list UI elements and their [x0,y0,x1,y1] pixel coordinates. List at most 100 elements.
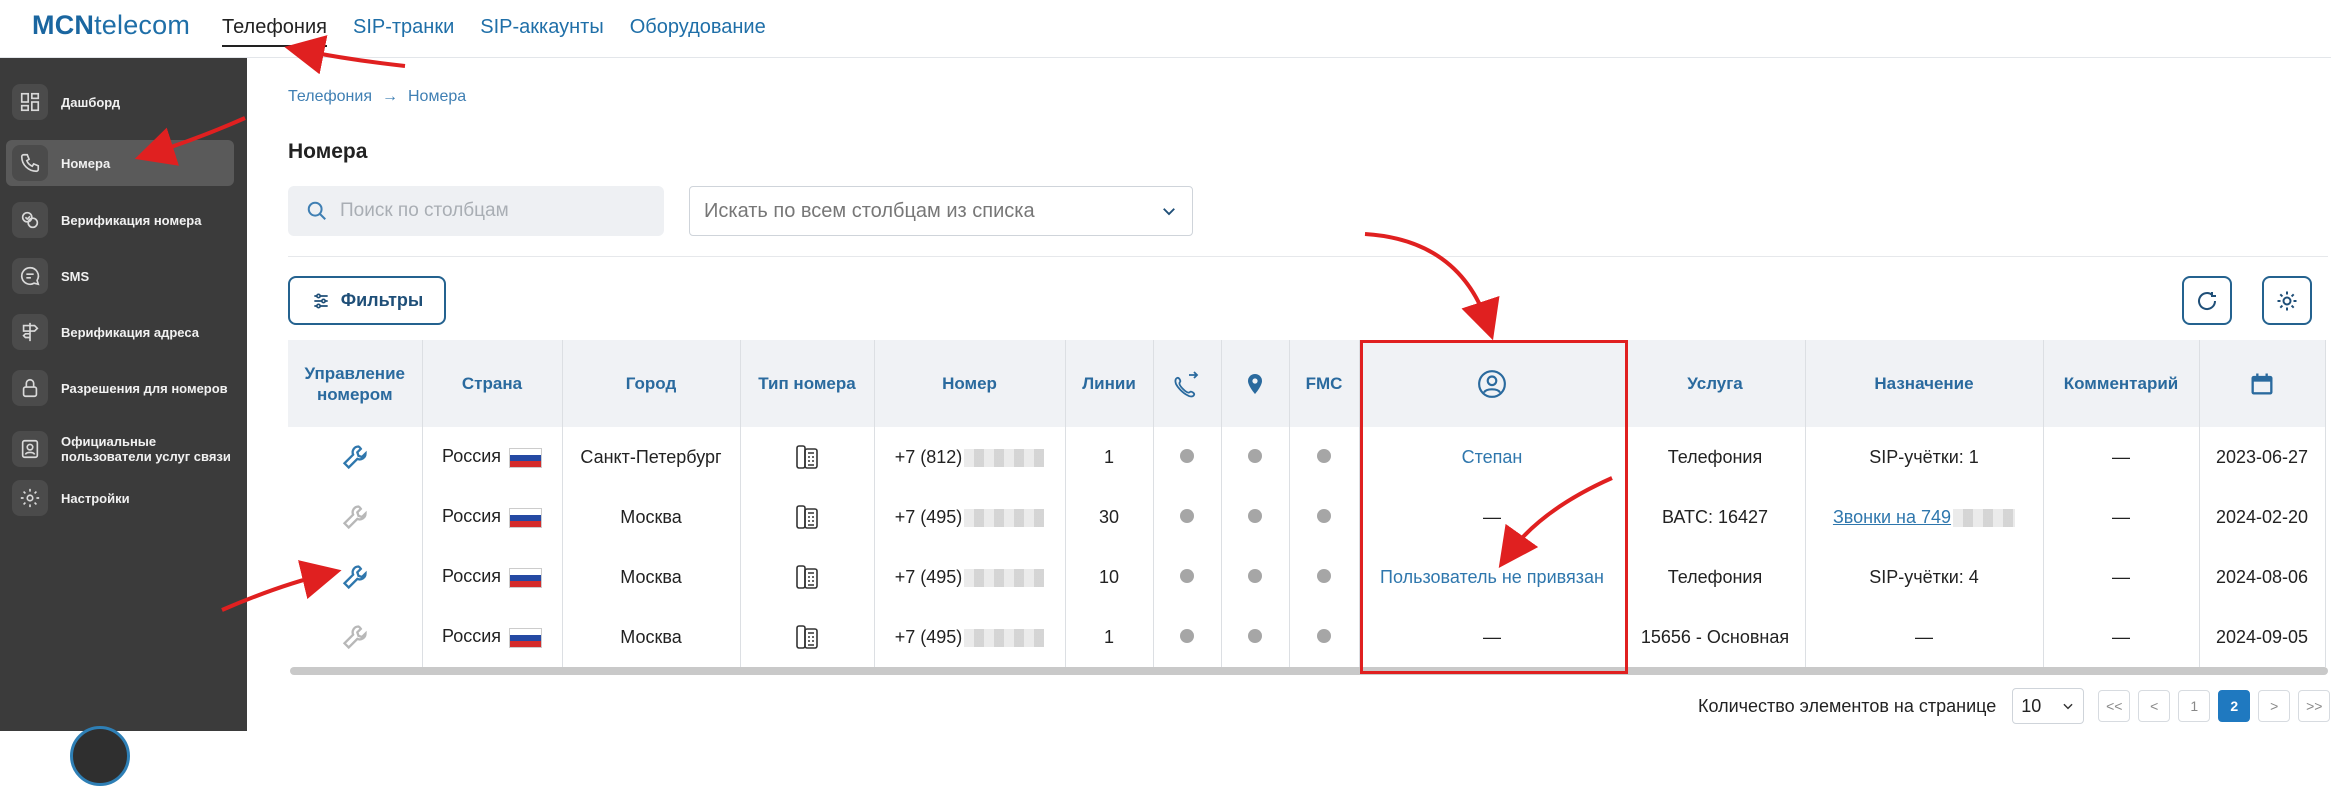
sliders-icon [314,293,328,308]
table-settings-button[interactable] [2262,276,2312,325]
number-type-cell [740,487,875,547]
comment-cell: — [2043,427,2200,487]
search-input[interactable] [340,200,640,222]
col-lines[interactable]: Линии [1065,340,1154,427]
user-document-icon [12,431,48,467]
desk-phone-icon [793,565,821,589]
redirect-status-cell [1153,487,1222,547]
city-cell: Москва [562,547,741,607]
status-dot-icon [1248,568,1262,583]
desk-phone-icon [793,625,821,649]
nav-equipment[interactable]: Оборудование [630,16,766,47]
table-row[interactable]: Россия Санкт-Петербург +7 (812) 1 Степан… [288,427,2326,487]
next-page-button[interactable]: > [2258,690,2291,722]
wrench-icon[interactable] [341,505,369,530]
refresh-button[interactable] [2182,276,2232,325]
numbers-table: Управление номером Страна Город Тип номе… [288,340,2326,667]
search-field[interactable] [288,186,664,236]
status-dot-icon [1180,448,1194,463]
sms-icon [12,258,48,294]
prev-page-button[interactable]: < [2138,690,2171,722]
assignment-cell[interactable]: Звонки на 749 [1805,487,2044,547]
date-cell: 2023-06-27 [2199,427,2326,487]
status-dot-icon [1248,508,1262,523]
first-page-button[interactable]: << [2098,690,2131,722]
col-manage[interactable]: Управление номером [288,340,423,427]
nav-sip-accounts[interactable]: SIP-аккаунты [480,16,603,47]
annotation-arrow-column [1364,232,1500,341]
sidebar-item-sms[interactable]: SMS [6,254,234,298]
sidebar-item-dashboard[interactable]: Дашборд [6,80,234,124]
city-cell: Москва [562,607,741,667]
col-redirect[interactable] [1153,340,1222,427]
number-type-cell [740,547,875,607]
horizontal-scrollbar[interactable] [290,667,2328,675]
redacted-digits [964,508,1045,527]
date-cell: 2024-09-05 [2199,607,2326,667]
page-1-button[interactable]: 1 [2178,690,2211,722]
sidebar: Дашборд Номера Верификация номера SMS Ве… [0,58,247,786]
status-dot-icon [1180,508,1194,523]
column-select[interactable]: Искать по всем столбцам из списка [689,186,1193,236]
col-fmc[interactable]: FMC [1289,340,1360,427]
comment-cell: — [2043,547,2200,607]
search-icon [307,201,326,220]
breadcrumb-current[interactable]: Номера [408,88,466,106]
col-number-type[interactable]: Тип номера [740,340,875,427]
user-cell[interactable]: Пользователь не привязан [1359,547,1626,607]
filters-button[interactable]: Фильтры [288,276,446,325]
manage-cell[interactable] [288,547,423,607]
last-page-button[interactable]: >> [2298,690,2331,722]
col-city[interactable]: Город [562,340,741,427]
lock-icon [12,370,48,406]
top-bar: MCNtelecom Телефония SIP-транки SIP-акка… [0,0,2331,58]
page-size-select[interactable]: 10 [2012,688,2085,724]
col-comment[interactable]: Комментарий [2043,340,2200,427]
date-cell: 2024-08-06 [2199,547,2326,607]
comment-cell: — [2043,607,2200,667]
country-cell: Россия [422,607,563,667]
nav-sip-trunks[interactable]: SIP-транки [353,16,454,47]
sidebar-item-numbers[interactable]: Номера [6,140,234,186]
table-row[interactable]: Россия Москва +7 (495) 10 Пользователь н… [288,547,2326,607]
wrench-icon[interactable] [341,565,369,590]
table-row[interactable]: Россия Москва +7 (495) 1 — 15656 - Основ… [288,607,2326,667]
logo[interactable]: MCNtelecom [32,10,190,41]
manage-cell[interactable] [288,607,423,667]
col-country[interactable]: Страна [422,340,563,427]
phone-icon [12,145,48,181]
service-cell: Телефония [1625,427,1806,487]
breadcrumb-root[interactable]: Телефония [288,88,372,106]
sidebar-item-number-permissions[interactable]: Разрешения для номеров [6,364,234,412]
manage-cell[interactable] [288,427,423,487]
wrench-icon[interactable] [341,445,369,470]
nav-telephony[interactable]: Телефония [222,16,327,47]
russia-flag-icon [509,507,543,528]
user-circle-icon [1478,369,1506,398]
user-cell[interactable]: Степан [1359,427,1626,487]
page-2-button[interactable]: 2 [2218,690,2251,722]
redacted-digits [964,628,1045,647]
fmc-status-cell [1289,487,1360,547]
col-location[interactable] [1221,340,1290,427]
location-status-cell [1221,427,1290,487]
location-status-cell [1221,547,1290,607]
sidebar-item-number-verification[interactable]: Верификация номера [6,198,234,242]
russia-flag-icon [509,627,543,648]
col-number[interactable]: Номер [874,340,1066,427]
col-date[interactable] [2199,340,2326,427]
redirect-status-cell [1153,547,1222,607]
russia-flag-icon [509,447,543,468]
col-service[interactable]: Услуга [1625,340,1806,427]
col-assignment[interactable]: Назначение [1805,340,2044,427]
table-row[interactable]: Россия Москва +7 (495) 30 — ВАТС: 16427 … [288,487,2326,547]
col-user[interactable] [1359,340,1626,427]
manage-cell[interactable] [288,487,423,547]
page-size-label: Количество элементов на странице [1698,695,1997,716]
sidebar-item-settings[interactable]: Настройки [6,476,234,520]
calendar-icon [2251,373,2273,394]
sidebar-item-address-verification[interactable]: Верификация адреса [6,310,234,354]
sidebar-item-official-users[interactable]: Официальные пользователи услуг связи [6,420,234,478]
help-widget[interactable] [70,726,130,786]
wrench-icon[interactable] [341,625,369,650]
